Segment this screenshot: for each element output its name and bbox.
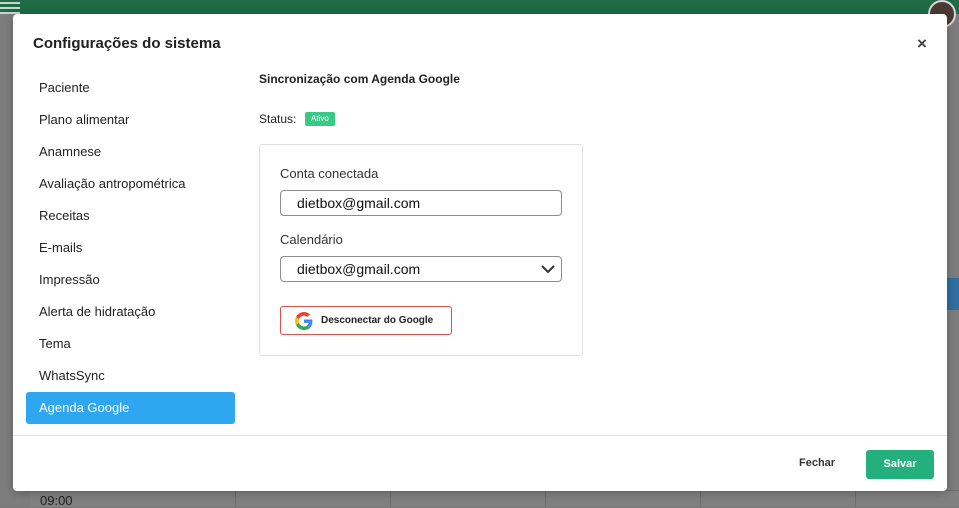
- sidebar-item-tema[interactable]: Tema: [26, 328, 235, 360]
- background-calendar-grid: [30, 490, 959, 507]
- settings-modal: Configurações do sistema × Paciente Plan…: [13, 14, 947, 491]
- menu-icon: [0, 2, 20, 14]
- sidebar-item-whatssync[interactable]: WhatsSync: [26, 360, 235, 392]
- account-label: Conta conectada: [280, 166, 379, 181]
- sidebar-item-avaliacao-antropometrica[interactable]: Avaliação antropométrica: [26, 168, 235, 200]
- sidebar-item-impressao[interactable]: Impressão: [26, 264, 235, 296]
- sidebar-item-emails[interactable]: E-mails: [26, 232, 235, 264]
- status-label: Status:: [259, 112, 297, 126]
- settings-sidebar: Paciente Plano alimentar Anamnese Avalia…: [26, 72, 235, 424]
- sidebar-item-alerta-hidratacao[interactable]: Alerta de hidratação: [26, 296, 235, 328]
- google-account-card: Conta conectada dietbox@gmail.com Calend…: [259, 144, 583, 356]
- google-icon: [295, 312, 313, 330]
- account-value: dietbox@gmail.com: [297, 195, 421, 211]
- disconnect-google-button[interactable]: Desconectar do Google: [280, 306, 452, 335]
- close-button[interactable]: Fechar: [799, 457, 835, 469]
- close-icon[interactable]: ×: [915, 35, 929, 53]
- calendar-value: dietbox@gmail.com: [297, 261, 421, 277]
- sidebar-item-paciente[interactable]: Paciente: [26, 72, 235, 104]
- background-topbar: [0, 0, 959, 14]
- background-event-strip: [947, 278, 959, 310]
- sidebar-item-agenda-google[interactable]: Agenda Google: [26, 392, 235, 424]
- chevron-down-icon: [541, 265, 555, 274]
- account-field[interactable]: dietbox@gmail.com: [280, 190, 562, 216]
- status-badge: Ativo: [305, 112, 335, 126]
- calendar-select[interactable]: dietbox@gmail.com: [280, 256, 562, 282]
- disconnect-google-label: Desconectar do Google: [321, 315, 434, 326]
- save-button[interactable]: Salvar: [866, 450, 934, 479]
- calendar-label: Calendário: [280, 232, 343, 247]
- section-title: Sincronização com Agenda Google: [259, 72, 460, 86]
- footer-divider: [13, 435, 947, 436]
- sidebar-item-plano-alimentar[interactable]: Plano alimentar: [26, 104, 235, 136]
- sidebar-item-receitas[interactable]: Receitas: [26, 200, 235, 232]
- sidebar-item-anamnese[interactable]: Anamnese: [26, 136, 235, 168]
- modal-title: Configurações do sistema: [33, 35, 221, 52]
